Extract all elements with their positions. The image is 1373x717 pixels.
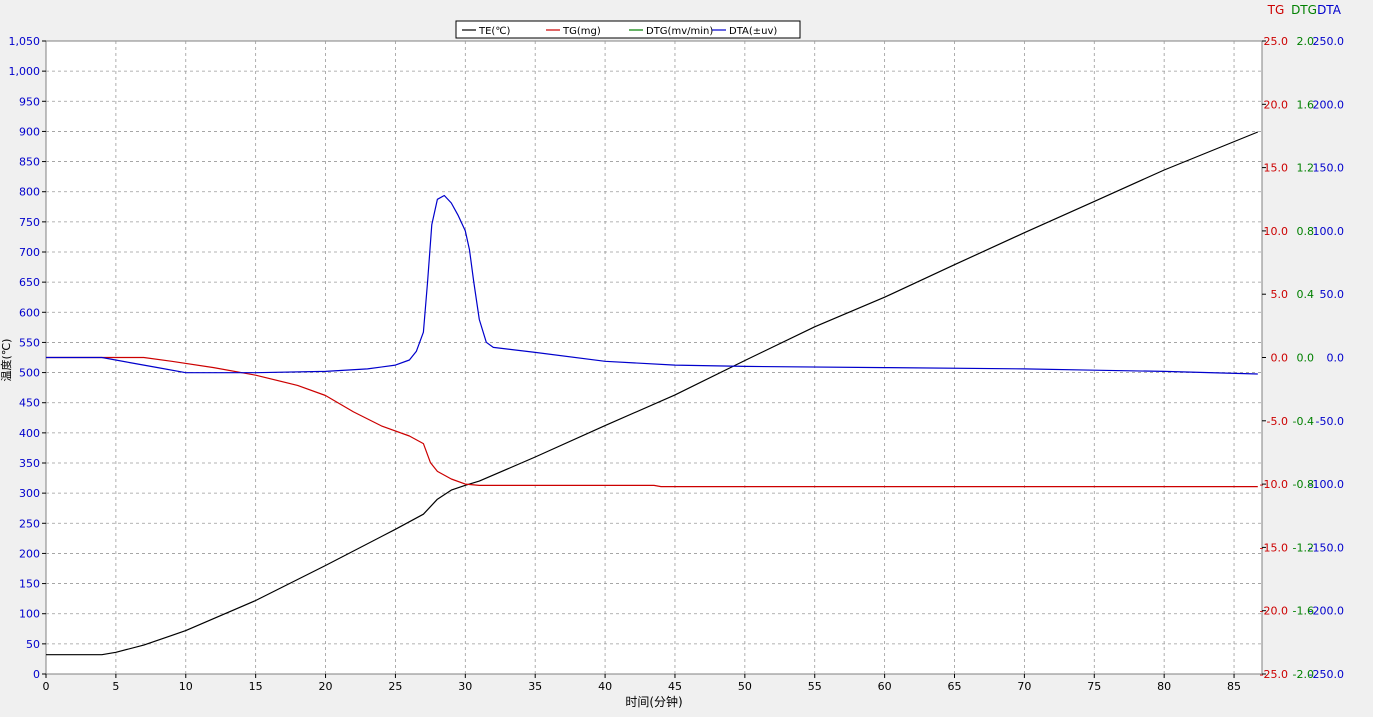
- y-tick-label: 450: [19, 397, 40, 410]
- x-tick-label: 65: [948, 680, 962, 693]
- x-tick-label: 45: [668, 680, 682, 693]
- right-tick-label-dta: 150.0: [1313, 162, 1345, 175]
- y-tick-label: 250: [19, 517, 40, 530]
- x-tick-label: 55: [808, 680, 822, 693]
- right-tick-label-tg: 5.0: [1271, 288, 1289, 301]
- right-tick-label-dta: 50.0: [1320, 288, 1345, 301]
- plot-area: [45, 40, 1263, 675]
- legend-label-dta: DTA(±uv): [729, 26, 777, 37]
- right-tick-label-tg: 25.0: [1264, 35, 1289, 48]
- x-tick-label: 35: [528, 680, 542, 693]
- right-tick-label-dtg: -0.4: [1293, 415, 1314, 428]
- y-tick-label: 1,000: [9, 65, 41, 78]
- legend[interactable]: TE(℃) TG(mg) DTG(mv/min) DTA(±uv): [455, 20, 801, 39]
- y-tick-label: 950: [19, 95, 40, 108]
- y-tick-label: 400: [19, 427, 40, 440]
- right-tick-label-tg: 15.0: [1264, 162, 1289, 175]
- x-tick-label: 30: [458, 680, 472, 693]
- right-tick-label-dtg: 1.6: [1297, 98, 1315, 111]
- right-tick-label-dta: -150.0: [1309, 541, 1344, 554]
- chart-container: 0 5 10 15 20 25 30 35 40 45 50 55 60 65 70 75 80 85 0 50 10…: [0, 0, 1373, 713]
- y-tick-label: 600: [19, 306, 40, 319]
- x-tick-label: 15: [249, 680, 263, 693]
- right-tick-label-tg: -5.0: [1267, 415, 1288, 428]
- y-tick-label: 0: [33, 668, 40, 681]
- right-tick-label-dta: 100.0: [1313, 225, 1345, 238]
- y-tick-label: 500: [19, 367, 40, 380]
- y-tick-label: 300: [19, 487, 40, 500]
- y-tick-label: 650: [19, 276, 40, 289]
- right-axis-title-tg: TG: [1267, 3, 1285, 17]
- right-tick-label-dta: -100.0: [1309, 478, 1344, 491]
- right-tick-label-dta: 250.0: [1313, 35, 1345, 48]
- y-tick-label: 150: [19, 578, 40, 591]
- y-tick-label: 200: [19, 547, 40, 560]
- y-tick-label: 550: [19, 336, 40, 349]
- x-tick-label: 60: [878, 680, 892, 693]
- x-tick-label: 20: [319, 680, 333, 693]
- x-axis-ticks: 0 5 10 15 20 25 30 35 40 45 50 55 60 65 70 75 80 85: [43, 674, 1241, 693]
- x-tick-label: 50: [738, 680, 752, 693]
- x-tick-label: 70: [1017, 680, 1031, 693]
- right-axis-title-dta: DTA: [1317, 3, 1342, 17]
- x-tick-label: 10: [179, 680, 193, 693]
- y-tick-label: 800: [19, 186, 40, 199]
- right-tick-label-dta: 200.0: [1313, 98, 1345, 111]
- right-tick-label-dtg: 1.2: [1297, 162, 1315, 175]
- y-tick-label: 850: [19, 156, 40, 169]
- right-tick-label-dtg: 0.0: [1297, 352, 1315, 365]
- y-tick-label: 1,050: [9, 35, 41, 48]
- right-tick-label-tg: 0.0: [1271, 352, 1289, 365]
- x-axis-label: 时间(分钟): [625, 694, 682, 709]
- y-tick-label: 700: [19, 246, 40, 259]
- y-tick-label: 900: [19, 125, 40, 138]
- right-tick-label-tg: 20.0: [1264, 98, 1289, 111]
- x-tick-label: 75: [1087, 680, 1101, 693]
- x-tick-label: 25: [388, 680, 402, 693]
- right-tick-label-dta: 0.0: [1327, 352, 1345, 365]
- legend-label-te: TE(℃): [478, 26, 511, 37]
- y-tick-label: 100: [19, 608, 40, 621]
- tga-chart: 0 5 10 15 20 25 30 35 40 45 50 55 60 65 70 75 80 85 0 50 10…: [0, 3, 1344, 709]
- right-axis-title-dtg: DTG: [1291, 3, 1317, 17]
- y-tick-label: 750: [19, 216, 40, 229]
- legend-label-tg: TG(mg): [562, 26, 601, 37]
- x-tick-label: 80: [1157, 680, 1171, 693]
- right-tick-label-dtg: 0.4: [1297, 288, 1315, 301]
- y-tick-label: 350: [19, 457, 40, 470]
- x-tick-label: 85: [1227, 680, 1241, 693]
- right-tick-label-dta: -200.0: [1309, 605, 1344, 618]
- right-tick-label-dtg: 0.8: [1297, 225, 1315, 238]
- right-tick-label-dta: -250.0: [1309, 668, 1344, 681]
- y-tick-label: 50: [26, 638, 40, 651]
- x-tick-label: 5: [112, 680, 119, 693]
- right-tick-label-dta: -50.0: [1316, 415, 1344, 428]
- right-tick-label-dtg: 2.0: [1297, 35, 1315, 48]
- x-tick-label: 0: [43, 680, 50, 693]
- y-axis-label: 温度(℃): [0, 339, 13, 382]
- y-axis-ticks: 0 50 100 150 200 250 300 350 400 450 500 550 600 650 7…: [9, 35, 46, 681]
- legend-label-dtg: DTG(mv/min): [646, 26, 713, 37]
- right-axes-ticks: -25.0-20.0-15.0-10.0-5.00.05.010.015.020…: [1260, 35, 1344, 681]
- right-tick-label-tg: 10.0: [1264, 225, 1289, 238]
- x-tick-label: 40: [598, 680, 612, 693]
